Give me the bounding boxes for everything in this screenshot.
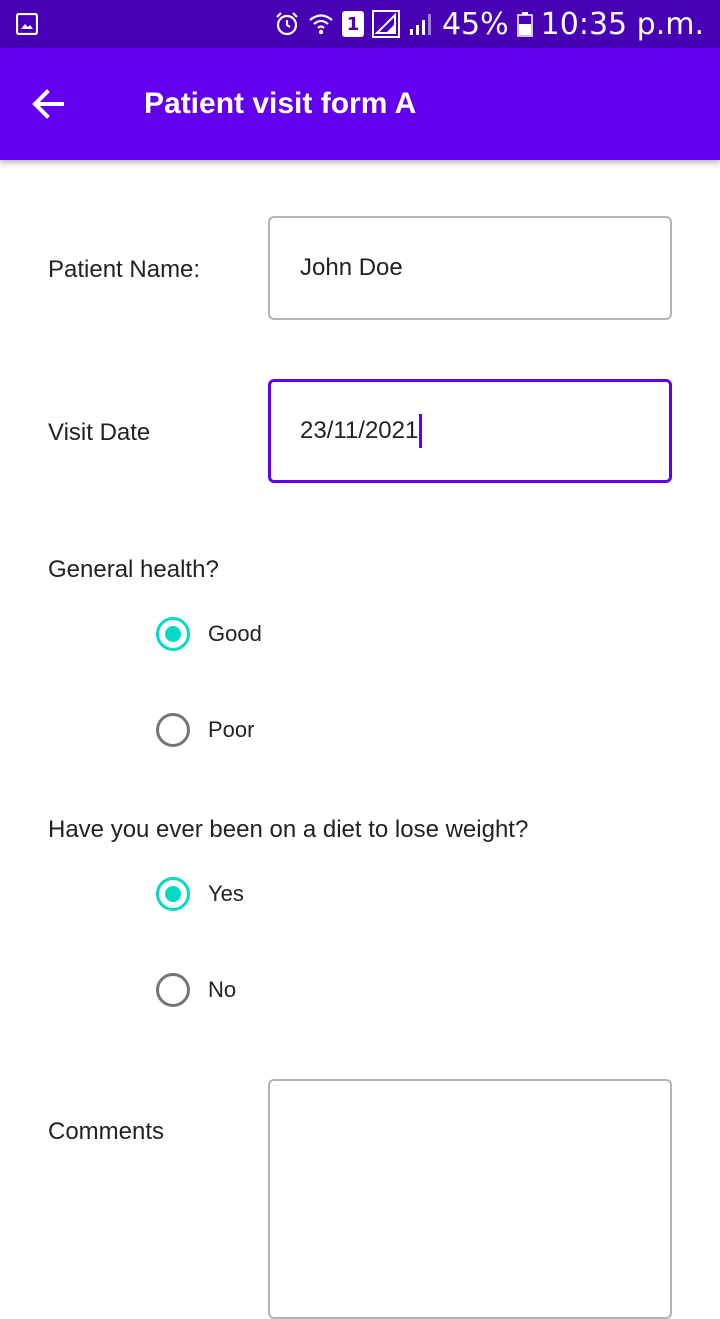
status-icons: 1 45% 10:35 p.m. [274, 0, 704, 48]
back-button[interactable] [24, 80, 72, 128]
page-title: Patient visit form A [144, 87, 417, 120]
radio-unchecked-icon [156, 713, 190, 747]
radio-good[interactable]: Good [156, 614, 262, 654]
radio-yes[interactable]: Yes [156, 874, 244, 914]
text-caret [419, 414, 423, 448]
sim-icon: 1 [341, 11, 364, 37]
radio-yes-label: Yes [208, 881, 244, 906]
arrow-back-icon [32, 89, 64, 119]
radio-no[interactable]: No [156, 970, 236, 1010]
clock: 10:35 p.m. [540, 6, 704, 42]
patient-name-label: Patient Name: [48, 256, 201, 283]
visit-date-input[interactable]: 23/11/2021 [268, 379, 672, 483]
visit-date-value: 23/11/2021 [300, 417, 419, 444]
radio-good-label: Good [208, 621, 262, 646]
patient-name-value: John Doe [300, 254, 403, 281]
comments-label: Comments [48, 1118, 165, 1145]
status-bar: 1 45% 10:35 p.m. [0, 0, 720, 48]
signal-icon [408, 11, 434, 37]
battery-icon [516, 11, 533, 37]
wifi-icon [308, 11, 334, 37]
radio-checked-icon [156, 877, 190, 911]
radio-poor-label: Poor [208, 717, 255, 742]
radio-unchecked-icon [156, 973, 190, 1007]
comments-input[interactable] [268, 1079, 672, 1319]
app-bar: Patient visit form A [0, 48, 720, 160]
signal-icon [371, 10, 400, 38]
radio-no-label: No [208, 977, 237, 1002]
gallery-icon [15, 12, 39, 36]
general-health-question: General health? [48, 556, 219, 583]
alarm-icon [274, 11, 300, 37]
patient-name-input[interactable]: John Doe [268, 216, 672, 320]
visit-date-label: Visit Date [48, 419, 151, 446]
radio-poor[interactable]: Poor [156, 710, 254, 750]
battery-percent: 45% [441, 6, 509, 42]
diet-question: Have you ever been on a diet to lose wei… [48, 816, 529, 843]
radio-checked-icon [156, 617, 190, 651]
